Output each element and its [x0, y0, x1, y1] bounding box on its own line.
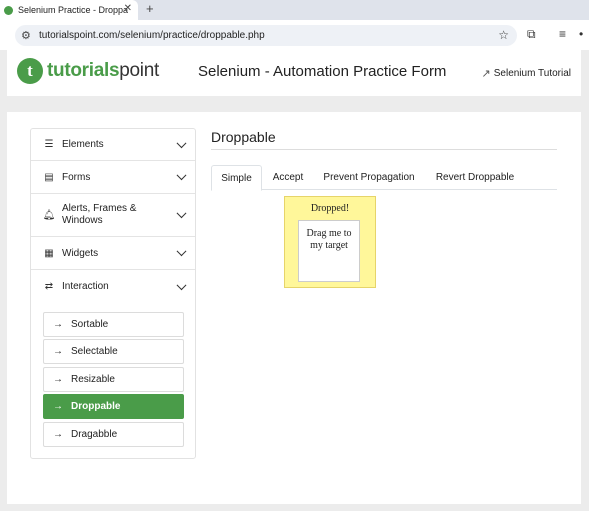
close-tab-icon[interactable]: ✕: [124, 3, 132, 14]
browser-tab-title: Selenium Practice - Droppable: [18, 5, 128, 15]
address-bar[interactable]: ⚙ tutorialspoint.com/selenium/practice/d…: [15, 25, 517, 46]
bell-icon: 🔔︎: [42, 209, 56, 221]
sidebar-item-label: Alerts, Frames & Windows: [62, 203, 137, 226]
tab-revert-droppable[interactable]: Revert Droppable: [426, 165, 524, 190]
arrow-right-icon: →: [53, 374, 63, 385]
chevron-down-icon: [176, 279, 187, 290]
tab-bar: Simple Accept Prevent Propagation Revert…: [211, 165, 557, 191]
sub-item-sortable[interactable]: → Sortable: [43, 312, 184, 337]
sub-item-droppable[interactable]: → Droppable: [43, 394, 184, 419]
sidebar-item-label: Forms: [62, 171, 91, 183]
widgets-icon: ▦: [44, 247, 54, 259]
chevron-down-icon: [176, 137, 187, 148]
selenium-tutorial-link[interactable]: ↗ Selenium Tutorial: [482, 67, 571, 80]
url-text[interactable]: tutorialspoint.com/selenium/practice/dro…: [39, 30, 265, 41]
sidebar-item-widgets[interactable]: ▦ Widgets: [31, 237, 195, 270]
sub-item-dragabble[interactable]: → Dragabble: [43, 422, 184, 447]
sidebar-item-label: Elements: [62, 139, 104, 150]
sub-item-label: Droppable: [71, 401, 121, 412]
extensions-icon[interactable]: ⧉: [527, 27, 536, 42]
arrow-right-icon: →: [53, 401, 63, 412]
sub-item-label: Resizable: [71, 374, 115, 385]
arrow-right-icon: →: [53, 346, 63, 357]
tab-prevent-propagation[interactable]: Prevent Propagation: [314, 165, 424, 190]
sub-item-resizable[interactable]: → Resizable: [43, 367, 184, 392]
content-card: ☰ Elements ▤ Forms 🔔︎ Alerts, Frames & W…: [7, 112, 581, 504]
new-tab-button[interactable]: +: [146, 1, 154, 16]
draggable-box[interactable]: Drag me to my target: [298, 220, 360, 282]
sub-item-label: Sortable: [71, 319, 109, 330]
profile-icon[interactable]: •: [579, 27, 583, 41]
arrow-right-icon: →: [53, 429, 63, 440]
reading-list-icon[interactable]: ≡: [559, 27, 566, 41]
hamburger-icon: ☰: [44, 139, 54, 150]
sub-item-label: Selectable: [71, 346, 118, 357]
page-header-title: Selenium - Automation Practice Form: [198, 63, 447, 80]
browser-tab-bar: Selenium Practice - Droppable ✕ +: [0, 0, 589, 20]
arrow-right-icon: →: [53, 319, 63, 330]
sidebar-item-label: Widgets: [62, 247, 99, 259]
sidebar-item-forms[interactable]: ▤ Forms: [31, 161, 195, 194]
chevron-down-icon: [176, 208, 187, 219]
chevron-down-icon: [176, 246, 187, 257]
logo-text: tutorialspoint: [47, 60, 159, 82]
sidebar-item-interaction[interactable]: ⇄ Interaction: [31, 270, 195, 303]
sidebar: ☰ Elements ▤ Forms 🔔︎ Alerts, Frames & W…: [30, 128, 196, 459]
browser-tab[interactable]: Selenium Practice - Droppable ✕: [0, 0, 138, 20]
droppable-target[interactable]: Dropped! Drag me to my target: [284, 196, 376, 288]
external-link-icon: ↗: [481, 68, 491, 80]
logo-text-bold: tutorials: [47, 60, 120, 81]
address-bar-row: ⚙ tutorialspoint.com/selenium/practice/d…: [0, 20, 589, 50]
tab-accept[interactable]: Accept: [264, 165, 312, 190]
selenium-tutorial-label: Selenium Tutorial: [493, 68, 571, 79]
drop-status-text: Dropped!: [310, 203, 350, 214]
form-icon: ▤: [44, 171, 54, 183]
chevron-down-icon: [176, 170, 187, 181]
logo-mark-icon: t: [17, 58, 43, 84]
sub-item-label: Dragabble: [71, 429, 118, 440]
sub-item-selectable[interactable]: → Selectable: [43, 339, 184, 364]
sidebar-item-elements[interactable]: ☰ Elements: [31, 129, 195, 161]
sidebar-item-alerts-frames-windows[interactable]: 🔔︎ Alerts, Frames & Windows: [31, 194, 195, 237]
sidebar-item-label: Interaction: [62, 281, 109, 292]
tab-simple[interactable]: Simple: [211, 165, 262, 191]
title-divider: [211, 149, 557, 150]
site-header: t tutorialspoint Selenium - Automation P…: [7, 50, 581, 96]
swap-icon: ⇄: [44, 281, 54, 292]
site-settings-icon[interactable]: ⚙: [21, 29, 31, 42]
favicon-icon: [4, 5, 13, 15]
page-title: Droppable: [211, 129, 276, 145]
tutorialspoint-logo[interactable]: t tutorialspoint: [17, 58, 159, 84]
logo-text-light: point: [119, 60, 159, 81]
bookmark-star-icon[interactable]: ☆: [498, 28, 509, 42]
